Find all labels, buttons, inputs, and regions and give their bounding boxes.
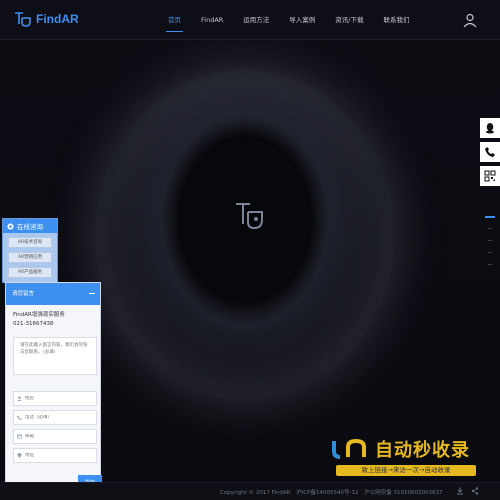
brand-logo[interactable]: FindAR [14,10,79,28]
email-field-icon [17,434,22,439]
consult-item-product[interactable]: AR产品服务 [8,267,52,278]
service-phone: 021-31667438 [13,321,54,327]
nav-menu: 首页 FindAR 运用方法 导入案例 资讯/下载 联系我们 [158,0,419,40]
footer-police[interactable]: 沪公网安备 31010602003637 [364,490,442,496]
qq-icon [486,123,494,134]
user-field-icon [17,396,22,401]
watermark-badge: 自动秒收录 致上链接→来访一次→自动收录 [330,436,482,480]
particle-ring [95,70,395,400]
top-nav: FindAR 首页 FindAR 运用方法 导入案例 资讯/下载 联系我们 [0,0,500,40]
consult-item-marketing[interactable]: AR营销应用 [8,252,52,263]
footer-copyright: Copyright © 2017 FindAR [220,490,291,496]
center-logo-icon [236,203,263,230]
slide-indicator-active[interactable] [485,216,495,218]
slide-indicator[interactable] [488,240,492,241]
location-field-icon [17,453,22,458]
footer-icons [456,487,479,495]
nav-item-contact[interactable]: 联系我们 [373,0,419,40]
qrcode-button[interactable] [480,166,500,186]
name-input[interactable] [25,396,95,401]
name-field[interactable] [13,391,97,406]
email-field[interactable] [13,429,97,444]
slide-indicator[interactable] [488,252,492,253]
slide-indicator[interactable] [488,264,492,265]
brand-logo-icon [15,12,31,27]
tel-field[interactable] [13,410,97,425]
brand-name: FindAR [36,12,79,26]
consult-title: 在线咨询 [17,223,43,231]
user-icon[interactable] [462,12,478,28]
message-content-input[interactable] [13,337,97,375]
nav-item-methods[interactable]: 运用方法 [233,0,279,40]
footer-text: Copyright © 2017 FindAR 沪ICP备14005540号-1… [220,488,446,496]
watermark-subtitle: 致上链接→来访一次→自动收录 [336,465,476,476]
slide-indicator[interactable] [488,228,492,229]
nav-item-news[interactable]: 资讯/下载 [325,0,373,40]
service-name: FindAR增强现实服务 [13,312,65,318]
phone-field-icon [17,415,22,420]
address-field[interactable] [13,448,97,463]
consult-item-tech[interactable]: AR技术咨询 [8,237,52,248]
consult-header[interactable]: 在线咨询 [3,219,57,233]
share-icon[interactable] [471,487,479,495]
phone-button[interactable] [480,142,500,162]
watermark-top: 自动秒收录 [330,436,482,462]
nav-item-home[interactable]: 首页 [158,0,191,40]
footer-icp[interactable]: 沪ICP备14005540号-12 [296,490,358,496]
phone-icon [485,147,495,157]
email-input[interactable] [25,434,95,439]
message-header: 请您留言 [6,283,100,305]
qq-button[interactable] [480,118,500,138]
watermark-title: 自动秒收录 [375,440,470,460]
message-panel: 请您留言 FindAR增强现实服务 021-31667438 提交 [5,282,102,492]
message-title: 请您留言 [12,291,35,297]
qrcode-icon [484,170,496,182]
download-icon[interactable] [456,487,464,495]
address-input[interactable] [25,453,95,458]
watermark-logo-icon [332,438,366,459]
nav-item-cases[interactable]: 导入案例 [279,0,325,40]
right-float-bar [480,118,500,190]
minimize-icon[interactable] [89,293,95,294]
chat-icon [7,222,14,230]
footer: Copyright © 2017 FindAR 沪ICP备14005540号-1… [0,482,500,500]
tel-input[interactable] [25,415,95,420]
nav-item-findar[interactable]: FindAR [191,0,233,40]
online-consult-panel: 在线咨询 AR技术咨询 AR营销应用 AR产品服务 [2,218,58,283]
